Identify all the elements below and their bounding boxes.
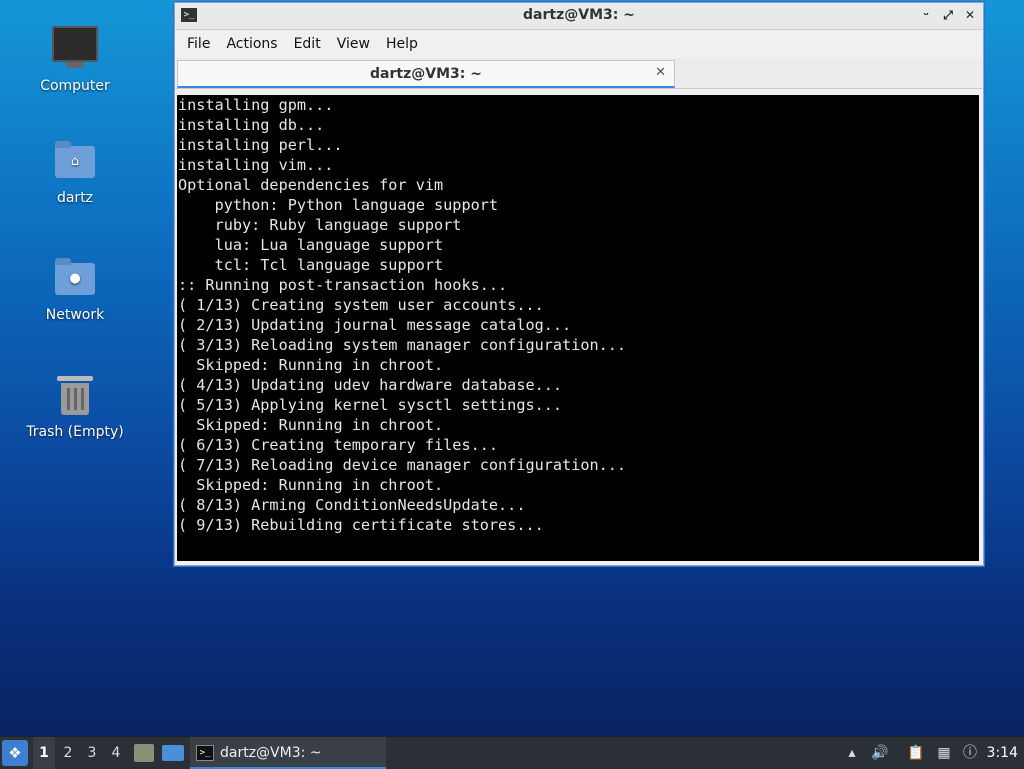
terminal-line: python: Python language support — [178, 196, 499, 214]
tab-close-button[interactable]: ✕ — [655, 65, 666, 80]
menu-actions[interactable]: Actions — [218, 36, 285, 52]
terminal-line: ( 6/13) Creating temporary files... — [178, 436, 499, 454]
tab-label: dartz@VM3: ~ — [370, 66, 482, 82]
clock[interactable]: 3:14 — [987, 737, 1018, 769]
computer-icon — [51, 26, 99, 74]
menu-view[interactable]: View — [329, 36, 378, 52]
window-titlebar[interactable]: >_ dartz@VM3: ~ ᵕ ⤢ ✕ — [175, 3, 983, 30]
terminal-line: ( 7/13) Reloading device manager configu… — [178, 456, 627, 474]
terminal-line: Skipped: Running in chroot. — [178, 476, 444, 494]
terminal-output[interactable]: installing gpm... installing db... install… — [177, 95, 979, 561]
taskbar-window-label: dartz@VM3: ~ — [220, 745, 322, 761]
terminal-line: ( 5/13) Applying kernel sysctl settings.… — [178, 396, 563, 414]
terminal-line: ( 3/13) Reloading system manager configu… — [178, 336, 627, 354]
terminal-tab[interactable]: dartz@VM3: ~ ✕ — [177, 60, 675, 88]
menu-edit[interactable]: Edit — [286, 36, 329, 52]
file-manager-launcher-icon[interactable] — [134, 744, 154, 762]
terminal-line: Skipped: Running in chroot. — [178, 356, 444, 374]
menu-help[interactable]: Help — [378, 36, 426, 52]
taskbar: ❖ 1 2 3 4 >_ dartz@VM3: ~ ▴ 🔊 📋 ▦ ⓘ 3:14 — [0, 736, 1024, 769]
terminal-line: installing vim... — [178, 156, 334, 174]
volume-icon[interactable]: 🔊 — [871, 744, 889, 762]
desktop-icon-network[interactable]: ● Network — [20, 255, 130, 323]
update-icon[interactable]: ▴ — [843, 744, 861, 762]
terminal-icon: >_ — [196, 745, 214, 761]
minimize-button[interactable]: ᵕ — [919, 7, 933, 23]
close-button[interactable]: ✕ — [963, 7, 977, 23]
desktop-icon-home-folder[interactable]: ⌂ dartz — [20, 138, 130, 206]
terminal-line: installing gpm... — [178, 96, 334, 114]
menu-bar: File Actions Edit View Help — [175, 30, 983, 58]
maximize-button[interactable]: ⤢ — [941, 7, 955, 23]
desktop-icon-label: Trash (Empty) — [26, 424, 124, 440]
terminal-window: >_ dartz@VM3: ~ ᵕ ⤢ ✕ File Actions Edit … — [174, 2, 984, 566]
terminal-line: installing db... — [178, 116, 325, 134]
clipboard-icon[interactable]: 📋 — [907, 744, 925, 762]
trash-icon — [51, 372, 99, 420]
notification-icon[interactable]: ⓘ — [961, 744, 979, 762]
terminal-line: ( 9/13) Rebuilding certificate stores... — [178, 516, 544, 534]
desktop-icon-computer[interactable]: Computer — [20, 22, 130, 94]
terminal-line: tcl: Tcl language support — [178, 256, 444, 274]
terminal-line: ( 4/13) Updating udev hardware database.… — [178, 376, 563, 394]
taskbar-window-terminal[interactable]: >_ dartz@VM3: ~ — [190, 737, 386, 769]
terminal-line: Skipped: Running in chroot. — [178, 416, 444, 434]
terminal-line: ( 1/13) Creating system user accounts... — [178, 296, 544, 314]
workspace-2[interactable]: 2 — [57, 737, 79, 769]
terminal-line: ( 8/13) Arming ConditionNeedsUpdate... — [178, 496, 526, 514]
workspace-3[interactable]: 3 — [81, 737, 103, 769]
tab-bar: dartz@VM3: ~ ✕ — [175, 58, 983, 89]
workspace-4[interactable]: 4 — [105, 737, 127, 769]
desktop-icon-label: dartz — [56, 190, 94, 206]
desktop-icon-label: Network — [45, 307, 105, 323]
terminal-line: :: Running post-transaction hooks... — [178, 276, 508, 294]
terminal-line: Optional dependencies for vim — [178, 176, 444, 194]
show-desktop-icon[interactable] — [162, 745, 184, 761]
terminal-line: lua: Lua language support — [178, 236, 444, 254]
desktop-icon-label: Computer — [40, 78, 110, 94]
home-folder-icon: ⌂ — [51, 138, 99, 186]
network-icon[interactable]: ▦ — [935, 744, 953, 762]
terminal-line: installing perl... — [178, 136, 343, 154]
window-title: dartz@VM3: ~ — [523, 7, 635, 23]
application-menu-button[interactable]: ❖ — [2, 740, 28, 766]
desktop-icon-trash[interactable]: Trash (Empty) — [20, 372, 130, 440]
terminal-line: ( 2/13) Updating journal message catalog… — [178, 316, 572, 334]
workspace-1[interactable]: 1 — [33, 737, 55, 769]
terminal-line: ruby: Ruby language support — [178, 216, 462, 234]
network-folder-icon: ● — [51, 255, 99, 303]
menu-file[interactable]: File — [179, 36, 218, 52]
